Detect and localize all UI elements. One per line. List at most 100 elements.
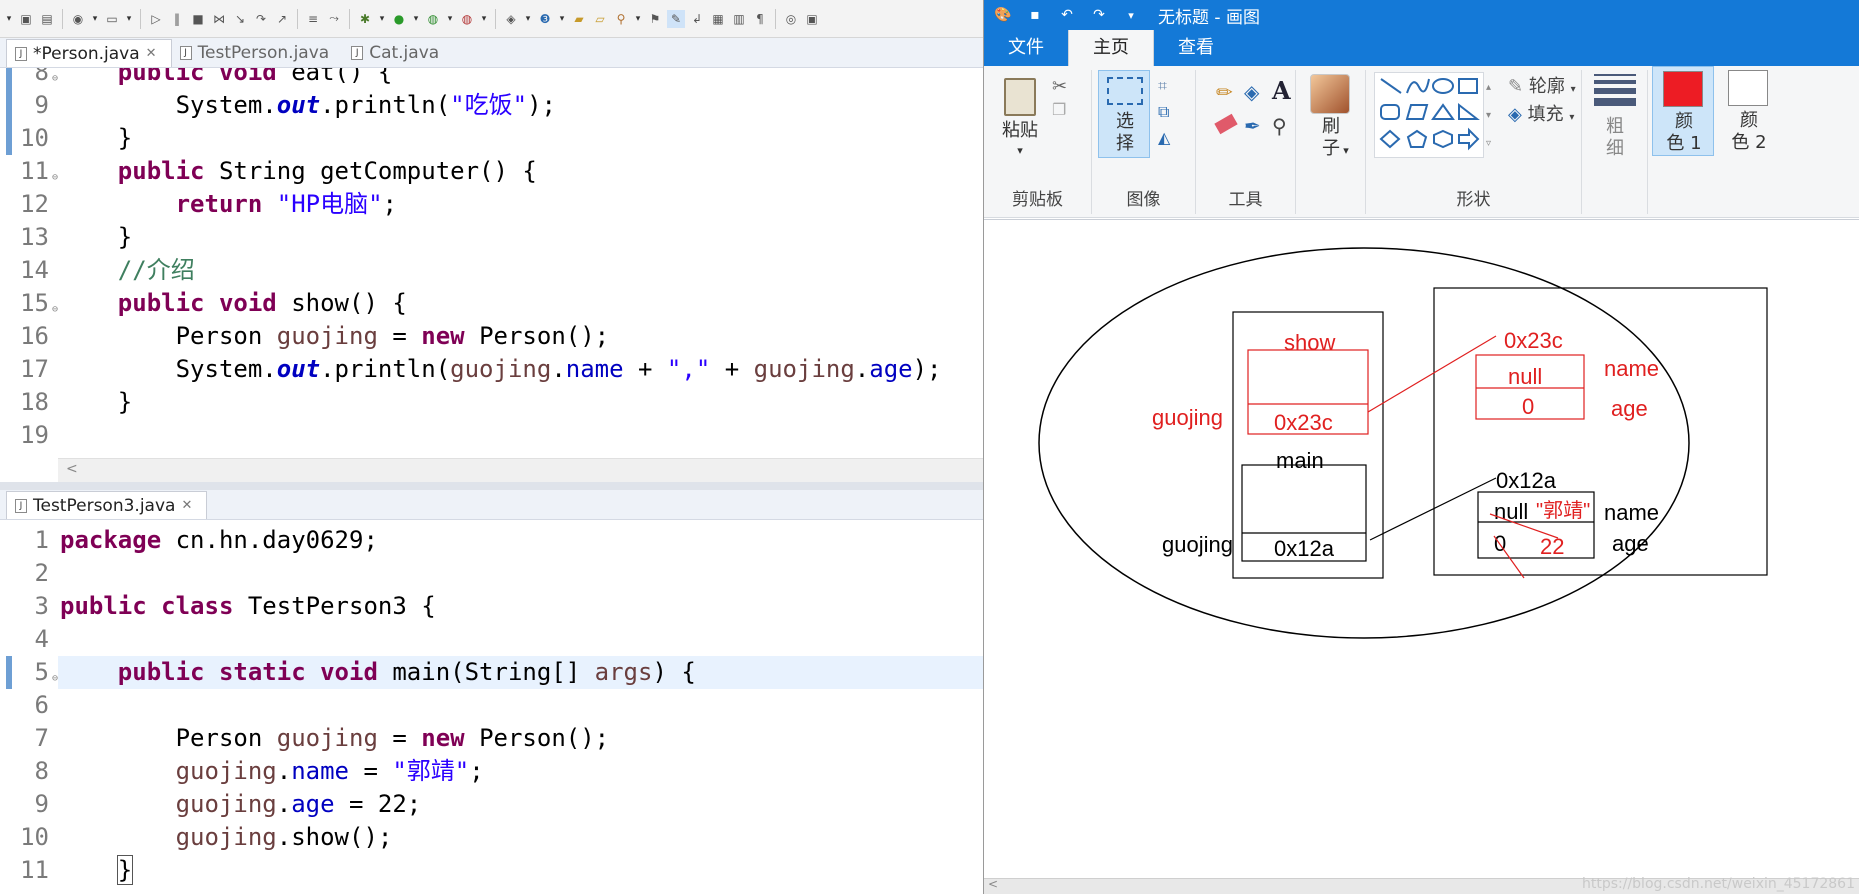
code-line: 12 return "HP电脑"; xyxy=(20,190,397,218)
web-browser-icon[interactable]: ▣ xyxy=(803,10,821,28)
external-tools-icon[interactable]: ◍ xyxy=(458,10,476,28)
top-editor-tabbar: J *Person.java ✕ J TestPerson.java J Cat… xyxy=(0,38,983,68)
annotation-icon[interactable]: ⚑ xyxy=(646,10,664,28)
tab-label: Cat.java xyxy=(369,43,440,63)
close-icon[interactable]: ✕ xyxy=(146,46,157,61)
red-reference-line xyxy=(1367,335,1497,413)
brushes-group[interactable]: 刷 子 ▾ xyxy=(1296,70,1366,214)
fill-icon[interactable]: ◈ xyxy=(1244,80,1259,104)
pencil-icon[interactable]: ✏ xyxy=(1216,80,1233,104)
testperson3-java-editor[interactable]: 1 package cn.hn.day0629; 2 3 public clas… xyxy=(0,524,983,894)
profile-icon[interactable]: ◉ xyxy=(69,10,87,28)
undo-icon[interactable]: ↶ xyxy=(1054,4,1080,26)
dropdown-icon[interactable]: ▾ xyxy=(124,10,134,28)
step-return-icon[interactable]: ↗ xyxy=(273,10,291,28)
terminal-icon[interactable]: ▭ xyxy=(103,10,121,28)
suspend-icon[interactable]: ‖ xyxy=(168,10,186,28)
save-icon[interactable]: ▣ xyxy=(17,10,35,28)
globe-icon[interactable]: ◎ xyxy=(782,10,800,28)
color-1-button[interactable]: 颜 色 1 xyxy=(1652,66,1714,156)
eraser-icon[interactable] xyxy=(1214,113,1238,135)
close-icon[interactable]: ✕ xyxy=(181,498,192,513)
group-label: 剪贴板 xyxy=(1012,190,1063,210)
title-bar: 🎨 ▪ ↶ ↷ ▾ 无标题 - 画图 xyxy=(984,0,1859,30)
copy-icon[interactable]: ❐ xyxy=(1052,100,1066,119)
tab-testperson3-java[interactable]: J TestPerson3.java ✕ xyxy=(6,491,208,519)
dropdown-icon[interactable]: ▾ xyxy=(445,10,455,28)
scroll-left-icon[interactable]: < xyxy=(988,877,998,891)
paste-icon[interactable] xyxy=(1004,78,1036,116)
size-group[interactable]: 粗 细 xyxy=(1582,70,1648,214)
coverage-icon[interactable]: ◍ xyxy=(424,10,442,28)
dropdown-icon[interactable]: ▾ xyxy=(411,10,421,28)
block-selection-icon[interactable]: ▦ xyxy=(709,10,727,28)
paste-button[interactable]: 粘贴 xyxy=(996,120,1044,142)
paint-app-icon[interactable]: 🎨 xyxy=(990,4,1016,26)
black-age-field: age xyxy=(1612,531,1649,556)
magnifier-icon[interactable]: ⚲ xyxy=(1272,114,1287,138)
disconnect-icon[interactable]: ⋈ xyxy=(210,10,228,28)
search-icon[interactable]: ⚲ xyxy=(612,10,630,28)
text-icon[interactable]: A xyxy=(1272,76,1291,105)
heap-addr-black: 0x12a xyxy=(1496,468,1557,493)
tab-testperson-java[interactable]: J TestPerson.java xyxy=(172,39,344,67)
watermark: https://blog.csdn.net/weixin_45172861 xyxy=(1581,876,1855,892)
step-over-icon[interactable]: ↷ xyxy=(252,10,270,28)
word-wrap-icon[interactable]: ↲ xyxy=(688,10,706,28)
use-step-filters-icon[interactable]: ⤳ xyxy=(325,10,343,28)
drop-to-frame-icon[interactable]: ≡ xyxy=(304,10,322,28)
drawing-canvas[interactable]: show guojing 0x23c main guojing 0x12a 0x… xyxy=(984,219,1859,879)
mark-occurrences-icon[interactable]: ✎ xyxy=(667,9,685,28)
bottom-editor-tabbar: J TestPerson3.java ✕ xyxy=(0,490,983,520)
cut-icon[interactable]: ✂ xyxy=(1052,76,1067,97)
run-icon[interactable]: ● xyxy=(390,10,408,28)
scroll-left-icon[interactable]: < xyxy=(66,461,78,477)
open-type-icon[interactable]: ▰ xyxy=(570,10,588,28)
rotate-icon[interactable]: ◭ xyxy=(1158,128,1170,147)
tab-person-java[interactable]: J *Person.java ✕ xyxy=(6,39,172,67)
horizontal-scrollbar[interactable]: < xyxy=(58,458,983,482)
select-icon xyxy=(1107,77,1143,105)
tab-home[interactable]: 主页 xyxy=(1068,30,1154,66)
terminate-icon[interactable]: ■ xyxy=(189,10,207,28)
debug-icon[interactable]: ✱ xyxy=(356,10,374,28)
tab-file[interactable]: 文件 xyxy=(984,30,1068,66)
dropdown-icon[interactable]: ▾ xyxy=(377,10,387,28)
tab-view[interactable]: 查看 xyxy=(1154,30,1238,66)
person-java-editor[interactable]: 8 ⊖ public void eat() { 9 System.out.prin… xyxy=(0,68,983,458)
quick-access-dropdown-icon[interactable]: ▾ xyxy=(1118,4,1144,26)
dropdown-icon[interactable]: ▾ xyxy=(90,10,100,28)
save-icon[interactable]: ▪ xyxy=(1022,4,1048,26)
code-line: 16 Person guojing = new Person(); xyxy=(20,322,610,350)
select-button[interactable]: 选 择 xyxy=(1098,70,1150,158)
step-into-icon[interactable]: ↘ xyxy=(231,10,249,28)
crop-icon[interactable]: ⌗ xyxy=(1158,76,1167,96)
shapes-gallery[interactable] xyxy=(1374,72,1484,158)
dropdown-icon[interactable]: ▾ xyxy=(523,10,533,28)
outline-button[interactable]: ✎ 轮廓 ▾ xyxy=(1508,72,1576,98)
color-picker-icon[interactable]: ✒ xyxy=(1244,114,1261,138)
color-2-button[interactable]: 颜 色 2 xyxy=(1718,66,1780,156)
new-class-icon[interactable]: ❸ xyxy=(536,10,554,28)
resize-icon[interactable]: ⧉ xyxy=(1158,102,1169,122)
black-name-field: name xyxy=(1604,500,1659,525)
shapes-scroll-icon[interactable]: ▴ ▾ ▿ xyxy=(1486,74,1491,158)
save-all-icon[interactable]: ▤ xyxy=(38,10,56,28)
color-2-swatch xyxy=(1728,70,1768,106)
fill-button[interactable]: ◈ 填充 ▾ xyxy=(1508,100,1574,126)
tab-cat-java[interactable]: J Cat.java xyxy=(343,39,453,67)
dropdown-icon[interactable]: ▾ xyxy=(4,10,14,28)
pane-divider[interactable] xyxy=(0,482,983,490)
paste-dropdown-icon[interactable]: ▾ xyxy=(996,140,1044,162)
dropdown-icon[interactable]: ▾ xyxy=(479,10,489,28)
new-java-project-icon[interactable]: ◈ xyxy=(502,10,520,28)
show-whitespace-icon[interactable]: ¶ xyxy=(751,10,769,28)
redo-icon[interactable]: ↷ xyxy=(1086,4,1112,26)
resume-icon[interactable]: ▷ xyxy=(147,10,165,28)
breadcrumb-icon[interactable]: ▥ xyxy=(730,10,748,28)
code-line: 10 } xyxy=(0,122,983,155)
open-task-icon[interactable]: ▱ xyxy=(591,10,609,28)
dropdown-icon[interactable]: ▾ xyxy=(557,10,567,28)
dropdown-icon[interactable]: ▾ xyxy=(633,10,643,28)
clipboard-group: 粘贴 ▾ ✂ ❐ 剪贴板 xyxy=(984,70,1092,214)
